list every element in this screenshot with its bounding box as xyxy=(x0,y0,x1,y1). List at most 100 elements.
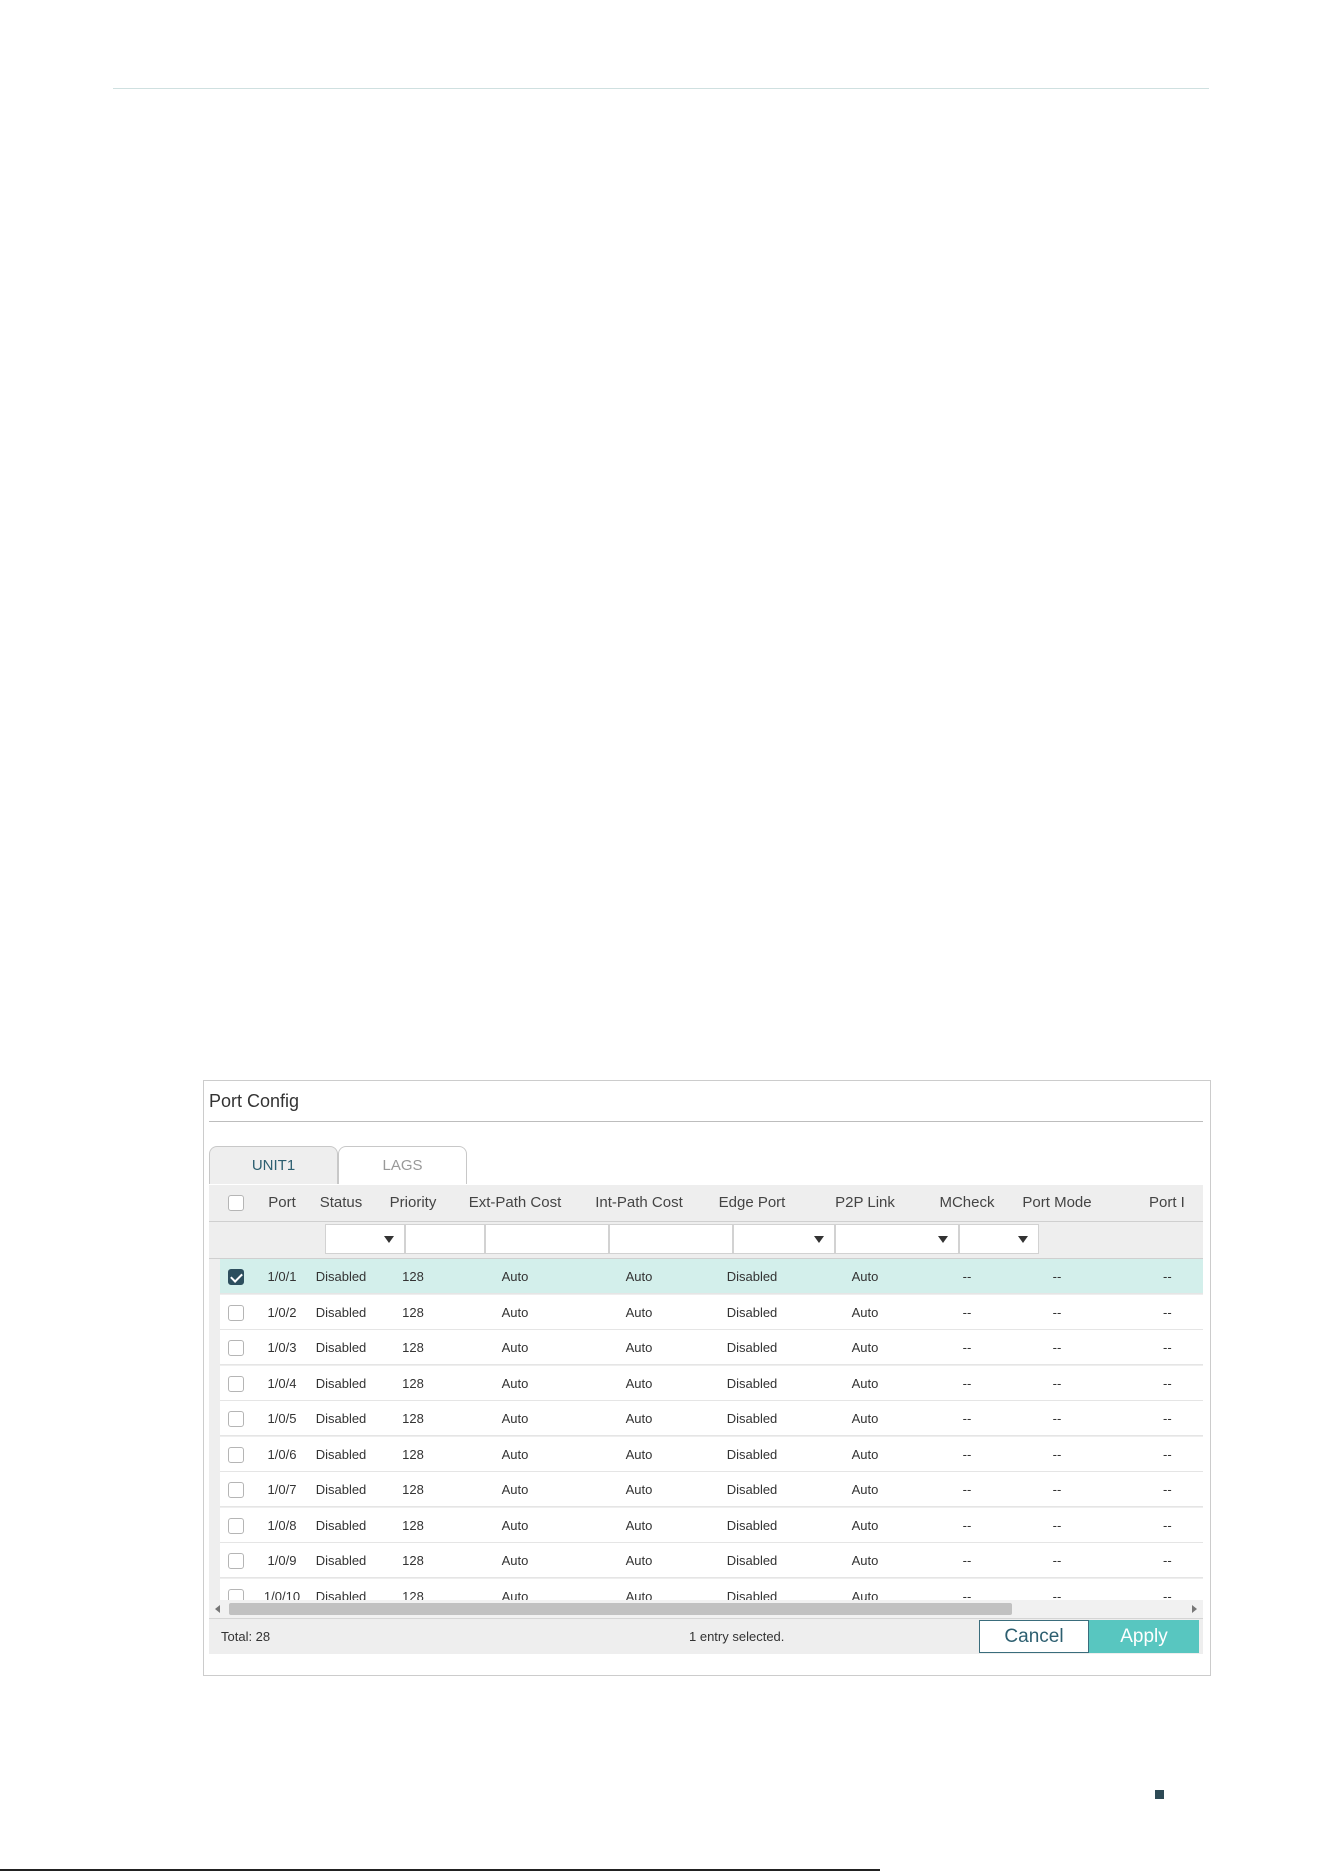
col-header-priority: Priority xyxy=(389,1194,437,1211)
table-cell: Disabled xyxy=(315,1304,367,1320)
table-cell: Auto xyxy=(501,1269,529,1284)
row-checkbox[interactable] xyxy=(228,1269,244,1285)
table-cell: -- xyxy=(962,1553,972,1568)
status-filter-select[interactable] xyxy=(325,1224,405,1254)
table-cell: -- xyxy=(1052,1304,1062,1320)
table-cell: -- xyxy=(1163,1517,1172,1533)
row-checkbox[interactable] xyxy=(228,1375,244,1392)
table-cell: Disabled xyxy=(315,1482,367,1497)
table-cell: 128 xyxy=(402,1340,424,1355)
table-cell: Disabled xyxy=(315,1553,367,1568)
priority-filter-input[interactable] xyxy=(405,1224,485,1254)
table-cell: -- xyxy=(1052,1482,1062,1497)
table-cell: -- xyxy=(962,1446,972,1462)
scroll-left-icon[interactable] xyxy=(215,1605,220,1613)
table-cell: Auto xyxy=(851,1482,879,1497)
port-table: Port Status Priority Ext-Path Cost Int-P… xyxy=(209,1185,1203,1604)
table-cell: 128 xyxy=(402,1375,424,1391)
row-checkbox[interactable] xyxy=(228,1411,244,1427)
table-cell: Auto xyxy=(851,1446,879,1462)
chevron-down-icon xyxy=(1018,1236,1028,1243)
table-cell: Auto xyxy=(501,1340,529,1355)
table-cell: Disabled xyxy=(315,1411,367,1426)
col-header-edge-port: Edge Port xyxy=(718,1194,786,1211)
tab-lags[interactable]: LAGS xyxy=(338,1146,467,1184)
table-row[interactable]: 1/0/8 Disabled 128 Auto Auto Disabled Auto -- --… xyxy=(220,1507,1203,1543)
p2p-link-filter-select[interactable] xyxy=(835,1224,959,1254)
table-row[interactable]: 1/0/3 Disabled 128 Auto Auto Disabled Auto -- --… xyxy=(220,1330,1203,1365)
table-cell: Disabled xyxy=(726,1304,778,1320)
table-row[interactable]: 1/0/1 Disabled 128 Auto Auto Disabled Auto -- --… xyxy=(220,1259,1203,1294)
table-cell: Auto xyxy=(851,1269,879,1284)
table-row[interactable]: 1/0/2 Disabled 128 Auto Auto Disabled Auto -- --… xyxy=(220,1294,1203,1330)
mcheck-filter-select[interactable] xyxy=(959,1224,1039,1254)
horizontal-scrollbar[interactable] xyxy=(209,1600,1203,1618)
table-cell: -- xyxy=(962,1375,972,1391)
table-cell: Disabled xyxy=(315,1517,367,1533)
col-header-p2p-link: P2P Link xyxy=(835,1194,895,1211)
table-cell: Auto xyxy=(625,1482,653,1497)
table-cell: Auto xyxy=(625,1446,653,1462)
table-cell: -- xyxy=(1052,1517,1062,1533)
table-cell: -- xyxy=(1163,1269,1172,1284)
table-cell: Auto xyxy=(851,1304,879,1320)
table-cell: 128 xyxy=(402,1269,424,1284)
row-checkbox[interactable] xyxy=(228,1517,244,1534)
port-config-panel: Port Config UNIT1 LAGS Port Status Prior… xyxy=(203,1080,1211,1676)
table-footer: Total: 28 1 entry selected. Cancel Apply xyxy=(209,1618,1203,1654)
table-cell: -- xyxy=(1163,1411,1172,1426)
table-row[interactable]: 1/0/9 Disabled 128 Auto Auto Disabled Auto -- --… xyxy=(220,1543,1203,1578)
table-cell: Auto xyxy=(501,1375,529,1391)
table-cell: 128 xyxy=(402,1553,424,1568)
tab-unit1[interactable]: UNIT1 xyxy=(209,1146,338,1184)
chevron-down-icon xyxy=(938,1236,948,1243)
table-cell: Auto xyxy=(625,1340,653,1355)
row-checkbox[interactable] xyxy=(228,1446,244,1463)
table-cell: Auto xyxy=(851,1553,879,1568)
table-cell: Disabled xyxy=(726,1411,778,1426)
col-header-ext-path-cost: Ext-Path Cost xyxy=(468,1194,562,1211)
select-all-checkbox[interactable] xyxy=(228,1195,244,1211)
table-cell: Auto xyxy=(501,1553,529,1568)
table-cell: -- xyxy=(962,1482,972,1497)
table-cell: 128 xyxy=(402,1411,424,1426)
table-cell: Auto xyxy=(625,1517,653,1533)
table-cell: -- xyxy=(1163,1304,1172,1320)
col-header-mcheck: MCheck xyxy=(939,1194,995,1211)
table-row[interactable]: 1/0/7 Disabled 128 Auto Auto Disabled Auto -- --… xyxy=(220,1472,1203,1507)
col-header-int-path-cost: Int-Path Cost xyxy=(595,1194,683,1211)
table-cell: -- xyxy=(1052,1269,1062,1284)
table-cell: Auto xyxy=(625,1553,653,1568)
table-cell: -- xyxy=(962,1411,972,1426)
row-checkbox[interactable] xyxy=(228,1553,244,1569)
table-cell: Disabled xyxy=(726,1269,778,1284)
table-cell: 1/0/2 xyxy=(267,1304,297,1320)
chevron-down-icon xyxy=(814,1236,824,1243)
cancel-button[interactable]: Cancel xyxy=(979,1620,1089,1653)
table-cell: Disabled xyxy=(726,1553,778,1568)
table-cell: -- xyxy=(1163,1446,1172,1462)
scroll-right-icon[interactable] xyxy=(1192,1605,1197,1613)
row-checkbox[interactable] xyxy=(228,1340,244,1356)
table-cell: -- xyxy=(1052,1411,1062,1426)
int-path-cost-filter-input[interactable] xyxy=(609,1224,733,1254)
selection-status: 1 entry selected. xyxy=(689,1629,785,1644)
table-cell: Auto xyxy=(625,1411,653,1426)
table-row[interactable]: 1/0/6 Disabled 128 Auto Auto Disabled Auto -- --… xyxy=(220,1436,1203,1472)
ext-path-cost-filter-input[interactable] xyxy=(485,1224,609,1254)
table-cell: 1/0/1 xyxy=(267,1269,297,1284)
table-cell: Disabled xyxy=(315,1446,367,1462)
table-header: Port Status Priority Ext-Path Cost Int-P… xyxy=(209,1185,1203,1221)
table-cell: Disabled xyxy=(726,1482,778,1497)
table-cell: 128 xyxy=(402,1304,424,1320)
table-cell: -- xyxy=(1052,1553,1062,1568)
table-cell: -- xyxy=(1163,1375,1172,1391)
row-checkbox[interactable] xyxy=(228,1482,244,1498)
apply-button[interactable]: Apply xyxy=(1089,1620,1199,1653)
edge-port-filter-select[interactable] xyxy=(733,1224,835,1254)
table-row[interactable]: 1/0/4 Disabled 128 Auto Auto Disabled Auto -- --… xyxy=(220,1365,1203,1401)
page-bottom-rule xyxy=(0,1869,880,1871)
table-row[interactable]: 1/0/5 Disabled 128 Auto Auto Disabled Auto -- --… xyxy=(220,1401,1203,1436)
scrollbar-thumb[interactable] xyxy=(229,1603,1012,1615)
row-checkbox[interactable] xyxy=(228,1304,244,1321)
